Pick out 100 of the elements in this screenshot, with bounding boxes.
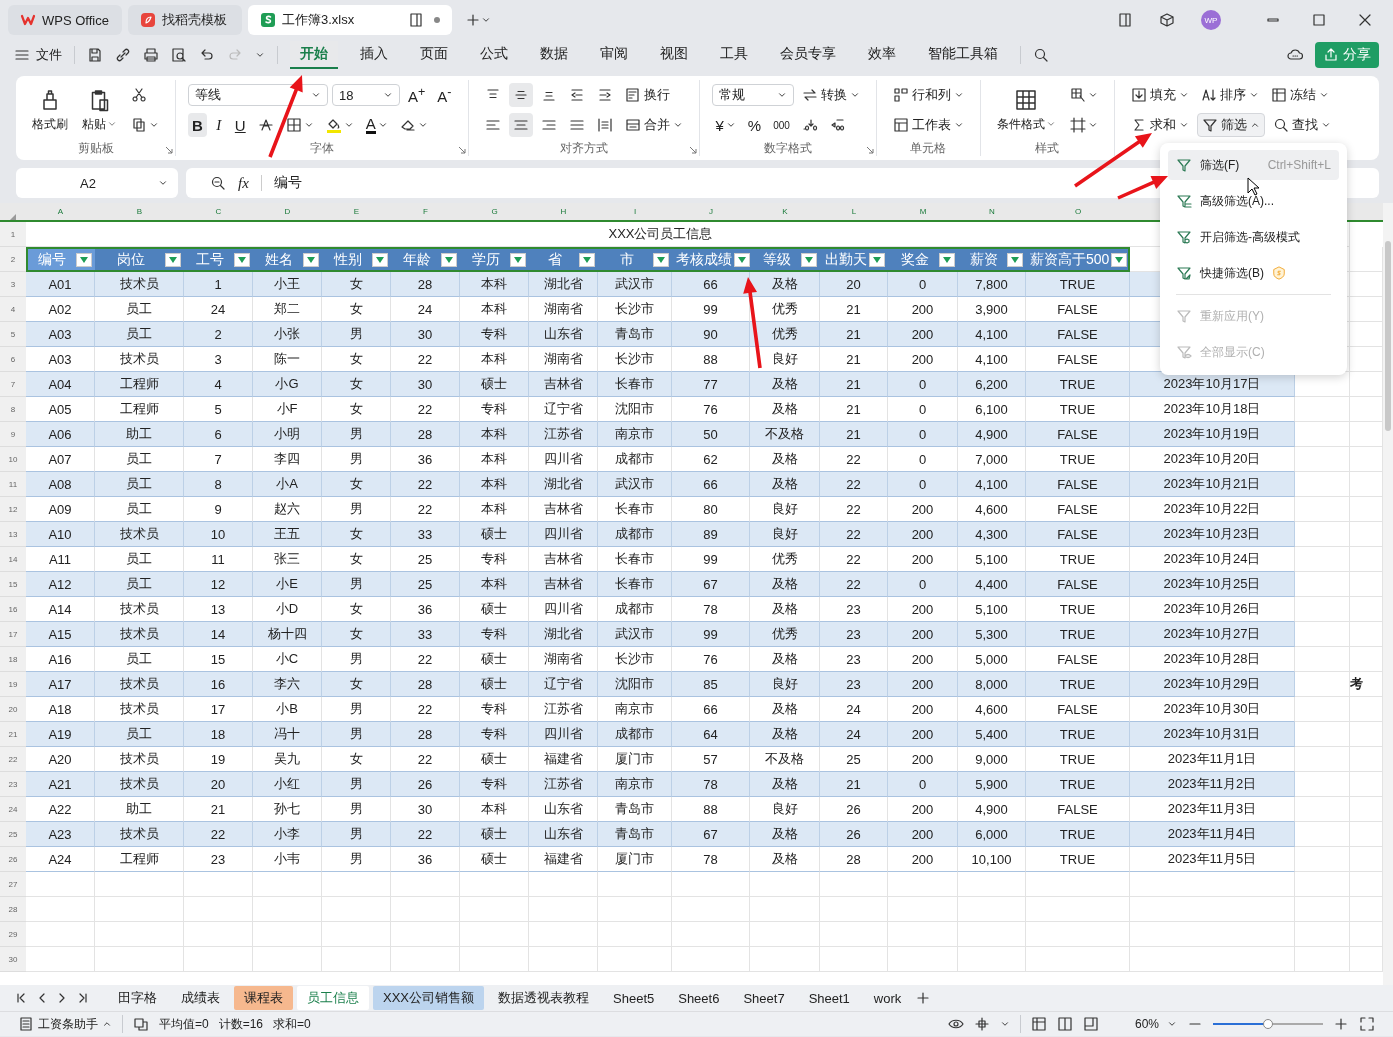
row-number[interactable]: 22 [0,747,26,772]
column-letter[interactable]: A [57,207,64,216]
filter-button[interactable] [76,252,92,267]
ribbon-button[interactable]: 条件格式 [992,85,1060,135]
launcher-icon[interactable] [865,146,874,154]
fullscreen-icon[interactable] [1359,1016,1375,1032]
number-format-field[interactable]: 常规 [711,84,794,106]
row-number[interactable]: 14 [0,547,26,572]
filter-button[interactable] [510,252,526,267]
row-number[interactable]: 29 [0,922,26,947]
ribbon-button[interactable]: 转换 [797,83,864,107]
filter-button[interactable] [579,252,595,267]
row-number[interactable]: 11 [0,472,26,497]
row-number[interactable]: 25 [0,822,26,847]
launcher-icon[interactable] [165,146,173,154]
ribbon-tab[interactable]: 页面 [410,41,458,69]
scrollbar-thumb[interactable] [1385,241,1391,431]
user-avatar[interactable]: WP [1201,10,1221,30]
slider-thumb[interactable] [1263,1019,1273,1029]
column-letter[interactable]: C [215,207,222,216]
row-number[interactable]: 20 [0,697,26,722]
column-letter[interactable]: L [851,207,857,216]
ribbon-button[interactable]: 填充 [1126,83,1193,107]
format-button[interactable]: U [230,113,250,137]
tablet-icon[interactable] [1117,12,1133,28]
sheet-tab[interactable]: 员工信息 [297,986,369,1010]
column-letter[interactable]: N [989,207,995,216]
filter-button[interactable] [939,252,955,267]
filter-button[interactable] [869,252,885,267]
launcher-icon[interactable] [688,146,697,154]
ribbon-button[interactable]: 求和 [1126,113,1193,137]
sheet-tab[interactable]: Sheet1 [798,987,860,1009]
ribbon-button[interactable]: 工作表 [888,113,968,137]
sheet-tab[interactable]: 数据透视表教程 [488,986,599,1010]
column-letter[interactable]: J [709,207,713,216]
ribbon-tab[interactable]: 审阅 [590,41,638,69]
sheet-tab[interactable]: Sheet6 [668,987,730,1009]
format-button[interactable]: 000 [769,113,794,137]
row-number[interactable]: 28 [0,897,26,922]
menu-item[interactable]: 筛选(F) Ctrl+Shift+L [1168,150,1339,180]
helper-button[interactable]: 工资条助手 [18,1015,112,1033]
undo-icon[interactable] [199,47,215,63]
format-button[interactable]: I [210,113,227,137]
row-number[interactable]: 26 [0,847,26,872]
column-letter[interactable]: B [136,207,143,216]
ribbon-button[interactable]: 查找 [1268,113,1335,137]
filter-button[interactable] [1007,252,1023,267]
cube-icon[interactable] [1159,12,1175,28]
column-letter[interactable]: M [919,207,927,216]
page-break-view-icon[interactable] [1082,1016,1099,1032]
row-number[interactable]: 24 [0,797,26,822]
menu-item[interactable]: 快捷筛选(B) [1168,258,1339,288]
row-number[interactable]: 21 [0,722,26,747]
ribbon-tab[interactable]: 数据 [530,41,578,69]
filter-button[interactable] [734,252,750,267]
row-number[interactable]: 1 [0,222,26,247]
sheet-tab[interactable]: work [863,987,912,1009]
ribbon-tab[interactable]: 智能工具箱 [918,41,1008,69]
row-number[interactable]: 19 [0,672,26,697]
sheet-tab[interactable]: Sheet7 [733,987,795,1009]
format-button[interactable]: % [743,113,766,137]
row-number[interactable]: 2 [0,247,26,272]
link-icon[interactable] [115,47,131,63]
app-tab[interactable]: 工作簿3.xlsx [248,5,452,35]
ribbon-tab[interactable]: 插入 [350,41,398,69]
plus-icon[interactable] [1333,1016,1349,1032]
format-button[interactable]: A [361,113,392,137]
filter-button[interactable] [234,252,250,267]
ribbon-button[interactable]: 筛选 [1196,113,1265,137]
filter-button[interactable] [653,252,669,267]
filter-button[interactable] [372,252,388,267]
menu-item[interactable]: 开启筛选-高级模式 [1168,222,1339,252]
sheet-tab[interactable]: Sheet5 [603,987,665,1009]
format-button[interactable]: A$^{-}$ [433,83,456,107]
print-icon[interactable] [143,47,159,63]
filter-button[interactable] [303,252,319,267]
cloud-icon[interactable] [1287,47,1303,63]
ribbon-tab[interactable]: 效率 [858,41,906,69]
grid-view-icon[interactable] [1030,1016,1047,1032]
ribbon-tab[interactable]: 视图 [650,41,698,69]
ribbon-tab[interactable]: 工具 [710,41,758,69]
row-number[interactable]: 6 [0,347,26,372]
ribbon-button[interactable]: 合并 [620,113,687,137]
sheet-tab[interactable]: 课程表 [234,986,293,1010]
print-preview-icon[interactable] [171,47,187,63]
sheet-tab[interactable]: 田字格 [108,986,167,1010]
row-number[interactable]: 4 [0,297,26,322]
font-size-field[interactable]: 18 [332,84,400,106]
select-all-icon[interactable] [10,214,16,220]
name-box[interactable]: A2 [16,168,178,198]
row-number[interactable]: 30 [0,947,26,972]
search-icon[interactable] [1033,47,1049,63]
filter-button[interactable] [441,252,457,267]
ribbon-button[interactable]: 换行 [620,83,674,107]
column-letter[interactable]: I [633,207,637,216]
row-number[interactable]: 5 [0,322,26,347]
vertical-scrollbar[interactable] [1383,203,1393,985]
ribbon-button[interactable]: 行和列 [888,83,968,107]
filter-button[interactable] [165,252,181,267]
ribbon-tab[interactable]: 公式 [470,41,518,69]
